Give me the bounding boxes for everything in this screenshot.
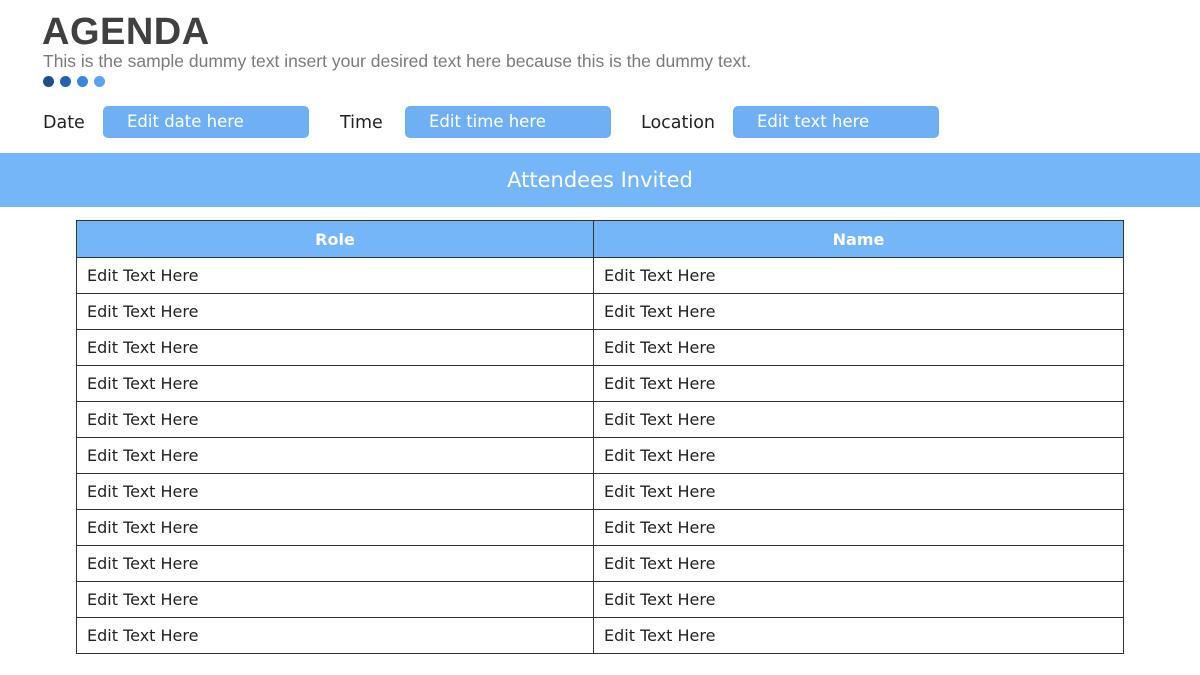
table-row: Edit Text Here Edit Text Here <box>76 365 1124 402</box>
dot-3 <box>77 76 88 87</box>
dot-1 <box>43 76 54 87</box>
name-cell[interactable]: Edit Text Here <box>593 293 1124 330</box>
name-cell[interactable]: Edit Text Here <box>593 257 1124 294</box>
table-row: Edit Text Here Edit Text Here <box>76 473 1124 510</box>
name-cell[interactable]: Edit Text Here <box>593 617 1124 654</box>
time-field[interactable]: Edit time here <box>405 106 611 138</box>
attendees-table: Role Name Edit Text Here Edit Text Here Ed… <box>76 220 1124 654</box>
role-cell[interactable]: Edit Text Here <box>76 401 594 438</box>
name-cell[interactable]: Edit Text Here <box>593 437 1124 474</box>
page-subtitle: This is the sample dummy text insert you… <box>43 51 752 71</box>
table-row: Edit Text Here Edit Text Here <box>76 329 1124 366</box>
column-header-name: Name <box>593 220 1124 258</box>
decorative-dots <box>43 76 105 87</box>
table-header-row: Role Name <box>76 220 1124 258</box>
table-row: Edit Text Here Edit Text Here <box>76 401 1124 438</box>
role-cell[interactable]: Edit Text Here <box>76 329 594 366</box>
column-header-role: Role <box>76 220 594 258</box>
table-row: Edit Text Here Edit Text Here <box>76 437 1124 474</box>
role-cell[interactable]: Edit Text Here <box>76 545 594 582</box>
page-title: AGENDA <box>42 11 210 53</box>
dot-2 <box>60 76 71 87</box>
location-field[interactable]: Edit text here <box>733 106 939 138</box>
role-cell[interactable]: Edit Text Here <box>76 365 594 402</box>
name-cell[interactable]: Edit Text Here <box>593 509 1124 546</box>
role-cell[interactable]: Edit Text Here <box>76 293 594 330</box>
role-cell[interactable]: Edit Text Here <box>76 473 594 510</box>
role-cell[interactable]: Edit Text Here <box>76 581 594 618</box>
name-cell[interactable]: Edit Text Here <box>593 473 1124 510</box>
location-label: Location <box>641 113 716 133</box>
table-row: Edit Text Here Edit Text Here <box>76 581 1124 618</box>
dot-4 <box>94 76 105 87</box>
name-cell[interactable]: Edit Text Here <box>593 581 1124 618</box>
role-cell[interactable]: Edit Text Here <box>76 509 594 546</box>
time-label: Time <box>340 113 383 133</box>
date-field[interactable]: Edit date here <box>103 106 309 138</box>
table-row: Edit Text Here Edit Text Here <box>76 257 1124 294</box>
table-row: Edit Text Here Edit Text Here <box>76 293 1124 330</box>
name-cell[interactable]: Edit Text Here <box>593 365 1124 402</box>
role-cell[interactable]: Edit Text Here <box>76 437 594 474</box>
table-row: Edit Text Here Edit Text Here <box>76 509 1124 546</box>
section-banner: Attendees Invited <box>0 153 1200 207</box>
table-body: Edit Text Here Edit Text Here Edit Text He… <box>76 257 1124 654</box>
table-row: Edit Text Here Edit Text Here <box>76 545 1124 582</box>
name-cell[interactable]: Edit Text Here <box>593 401 1124 438</box>
table-row: Edit Text Here Edit Text Here <box>76 617 1124 654</box>
role-cell[interactable]: Edit Text Here <box>76 617 594 654</box>
name-cell[interactable]: Edit Text Here <box>593 545 1124 582</box>
role-cell[interactable]: Edit Text Here <box>76 257 594 294</box>
date-label: Date <box>43 113 85 133</box>
name-cell[interactable]: Edit Text Here <box>593 329 1124 366</box>
